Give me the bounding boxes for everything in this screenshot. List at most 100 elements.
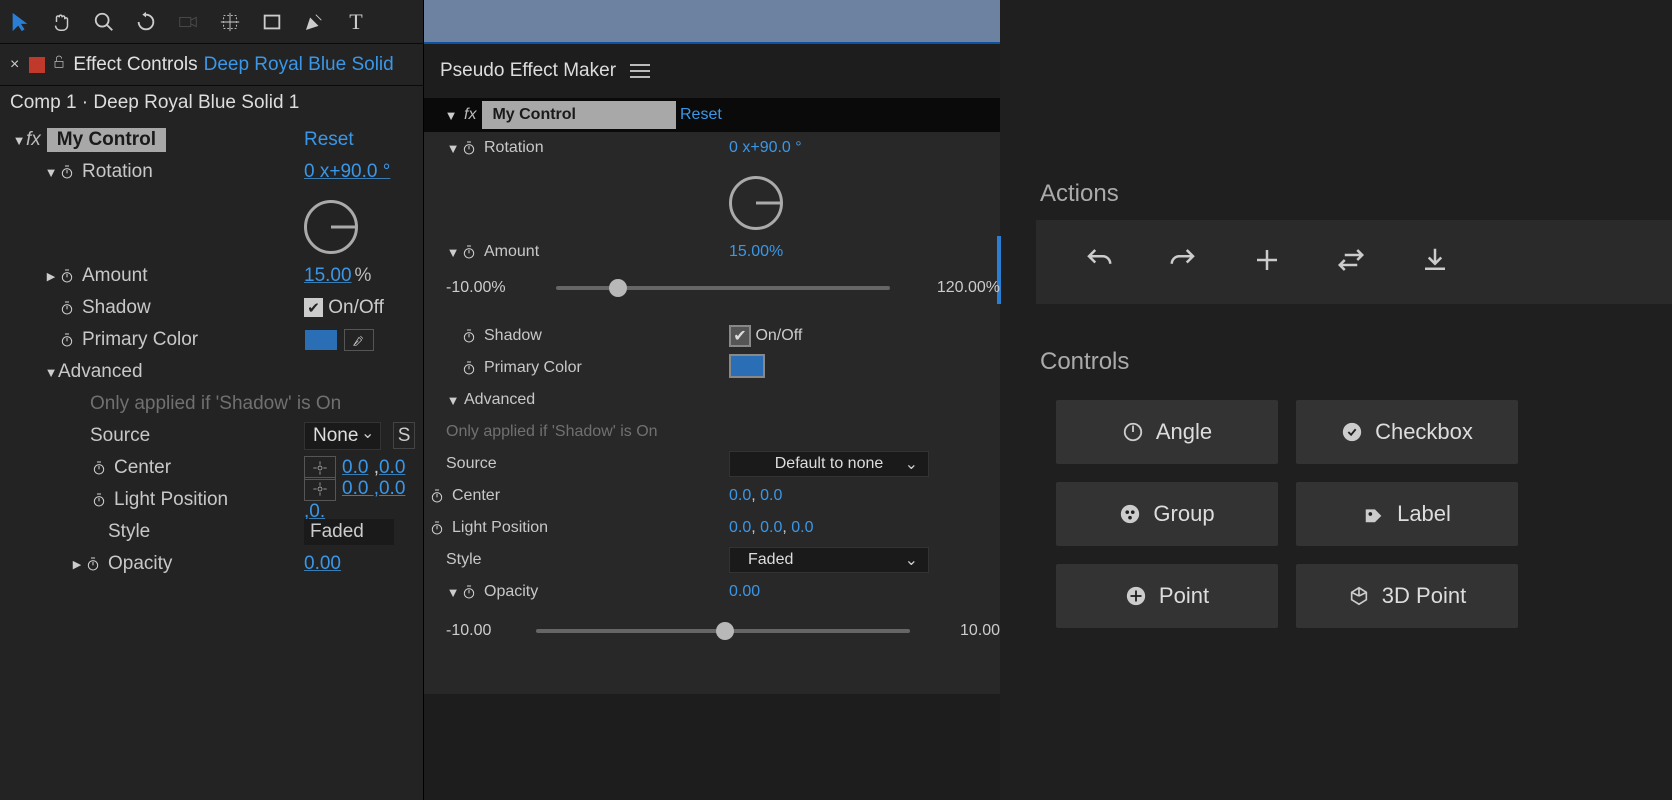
fx-icon[interactable]: fx [26,129,41,151]
stopwatch-icon[interactable] [58,163,76,181]
collapse-icon[interactable] [446,585,460,600]
actions-title: Actions [1000,180,1672,220]
effect-name[interactable]: My Control [482,101,676,129]
pen-tool-icon[interactable] [302,10,326,34]
collapse-icon[interactable] [12,133,26,148]
lock-icon[interactable] [51,54,67,75]
stopwatch-icon[interactable] [428,519,446,537]
amount-label: Amount [484,243,539,261]
rotation-value[interactable]: 0 x+90.0 ° [304,161,390,183]
stopwatch-icon[interactable] [460,327,478,345]
property-list: fx My Control Reset Rotation 0 x+90.0 ° … [0,120,423,584]
center-x[interactable]: 0.0 [729,487,751,504]
style-label: Style [446,551,482,569]
side-panel: Actions Controls Angle Checkbox Group La… [1000,0,1672,800]
collapse-icon[interactable] [446,393,460,408]
stopwatch-icon[interactable] [58,331,76,349]
lightpos-z[interactable]: 0.0 [791,519,813,536]
style-dropdown[interactable]: Faded [729,547,929,573]
close-tab-icon[interactable]: × [6,56,23,74]
stopwatch-icon[interactable] [58,267,76,285]
redo-icon[interactable] [1168,245,1198,280]
effect-header: fx My Control Reset [424,98,1000,132]
source-dropdown[interactable]: Default to none [729,451,929,477]
center-x[interactable]: 0.0 [342,457,368,478]
layer-color-chip[interactable] [29,57,45,73]
control-label-button[interactable]: Label [1296,482,1518,546]
center-y[interactable]: 0.0 [379,457,405,478]
stopwatch-icon[interactable] [90,491,108,509]
primary-color-label: Primary Color [82,329,198,351]
expand-icon[interactable] [70,558,84,571]
rotation-label: Rotation [82,161,153,183]
panel-tab-bar: × Effect Controls Deep Royal Blue Solid [0,44,423,86]
add-icon[interactable] [1252,245,1282,280]
stopwatch-icon[interactable] [460,139,478,157]
reset-link[interactable]: Reset [680,106,722,124]
amount-unit: % [355,265,372,286]
stopwatch-icon[interactable] [428,487,446,505]
source-dropdown[interactable]: None [304,422,381,450]
rotate-tool-icon[interactable] [134,10,158,34]
control-3d-point-button[interactable]: 3D Point [1296,564,1518,628]
amount-slider[interactable] [556,286,890,290]
controls-title: Controls [1000,348,1672,388]
advanced-label: Advanced [464,391,535,409]
download-icon[interactable] [1420,245,1450,280]
amount-label: Amount [82,265,147,287]
rotation-dial[interactable] [729,176,783,230]
panel-title: Pseudo Effect Maker [440,60,616,82]
opacity-value[interactable]: 0.00 [304,553,341,575]
source-label: Source [446,455,497,473]
collapse-icon[interactable] [44,365,58,380]
anchor-tool-icon[interactable] [218,10,242,34]
opacity-slider[interactable] [536,629,910,633]
zoom-tool-icon[interactable] [92,10,116,34]
stopwatch-icon[interactable] [90,459,108,477]
center-y[interactable]: 0.0 [760,487,782,504]
effect-controls-panel: T × Effect Controls Deep Royal Blue Soli… [0,0,424,800]
expand-icon[interactable] [44,270,58,283]
fx-icon[interactable]: fx [464,106,476,124]
selection-tool-icon[interactable] [8,10,32,34]
eyedropper-icon[interactable] [344,329,374,351]
rectangle-tool-icon[interactable] [260,10,284,34]
control-angle-button[interactable]: Angle [1056,400,1278,464]
opacity-value[interactable]: 0.00 [729,583,760,601]
swap-icon[interactable] [1336,245,1366,280]
camera-tool-icon[interactable] [176,10,200,34]
panel-layer-name[interactable]: Deep Royal Blue Solid [204,54,394,76]
lightpos-y[interactable]: 0.0 [760,519,782,536]
stopwatch-icon[interactable] [84,555,102,573]
color-swatch[interactable] [729,354,765,378]
hand-tool-icon[interactable] [50,10,74,34]
rotation-dial[interactable] [304,200,358,254]
shadow-checkbox[interactable]: ✔ [304,298,323,317]
style-value[interactable]: Faded [304,519,394,545]
control-group-button[interactable]: Group [1056,482,1278,546]
main-toolbar: T [0,0,423,44]
collapse-icon[interactable] [444,108,458,123]
panel-menu-icon[interactable] [630,64,650,78]
stopwatch-icon[interactable] [460,359,478,377]
stopwatch-icon[interactable] [460,583,478,601]
amount-value[interactable]: 15.00% [729,243,783,261]
effect-name[interactable]: My Control [47,128,166,152]
amount-value[interactable]: 15.00 [304,265,352,286]
lightpos-x[interactable]: 0.0 [729,519,751,536]
stopwatch-icon[interactable] [58,299,76,317]
point-target-icon[interactable] [304,477,336,501]
control-checkbox-button[interactable]: Checkbox [1296,400,1518,464]
collapse-icon[interactable] [44,165,58,180]
center-label: Center [452,487,500,505]
collapse-icon[interactable] [446,245,460,260]
shadow-checkbox[interactable]: ✔ [729,325,751,347]
rotation-value[interactable]: 0 x+90.0 ° [729,139,802,157]
color-swatch[interactable] [304,329,338,351]
reset-link[interactable]: Reset [304,129,354,151]
control-point-button[interactable]: Point [1056,564,1278,628]
undo-icon[interactable] [1084,245,1114,280]
collapse-icon[interactable] [446,141,460,156]
type-tool-icon[interactable]: T [344,10,368,34]
stopwatch-icon[interactable] [460,243,478,261]
